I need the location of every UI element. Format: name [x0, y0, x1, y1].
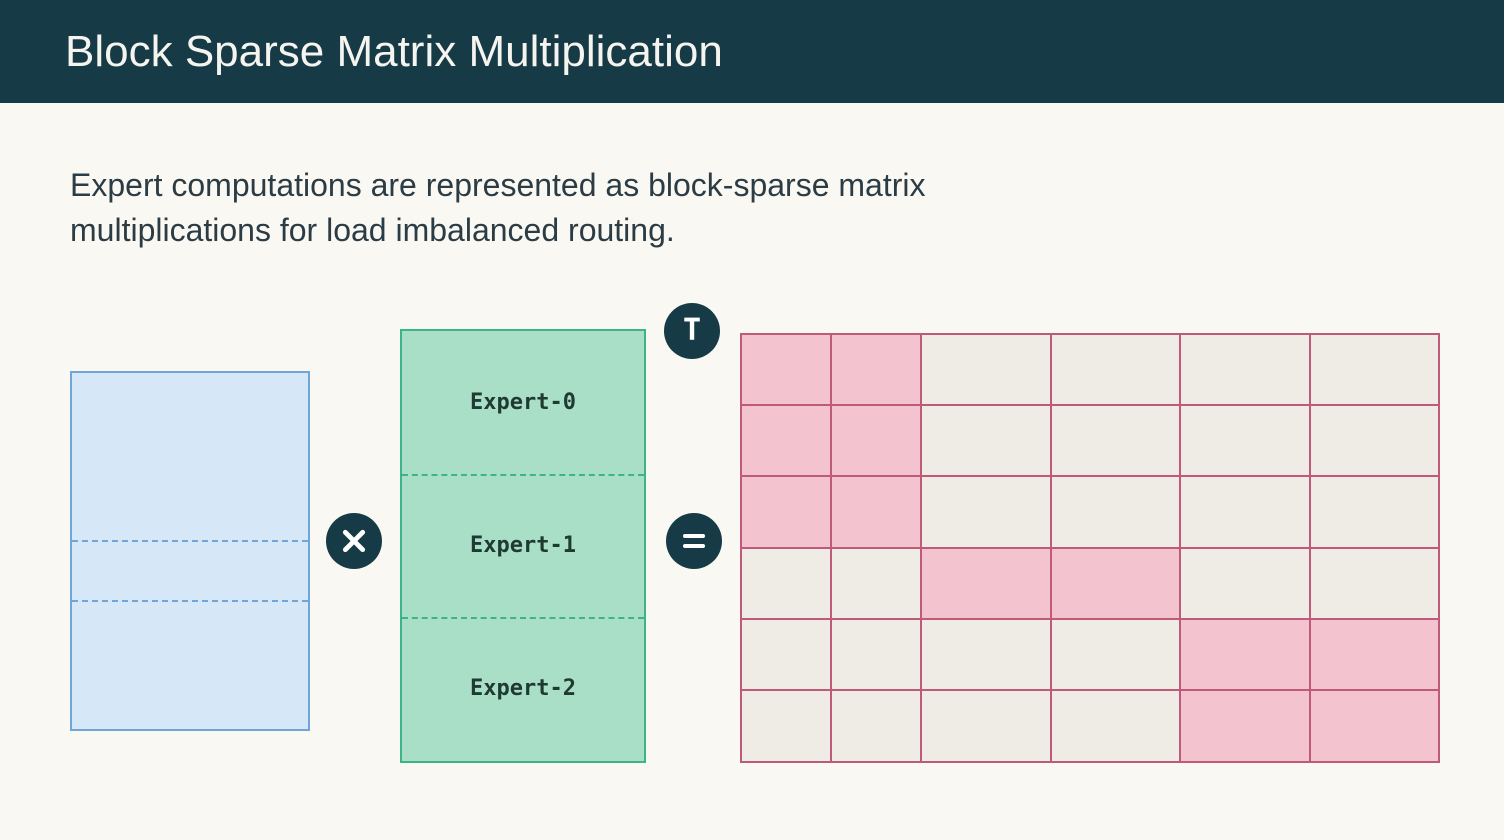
output-cell: [741, 690, 831, 761]
diagram-container: Expert-0Expert-1Expert-2 T: [0, 303, 1504, 763]
output-cell: [1051, 405, 1181, 476]
output-cell: [831, 405, 921, 476]
output-cell: [741, 476, 831, 547]
output-cell: [1310, 476, 1440, 547]
output-cell: [1180, 619, 1310, 690]
output-cell: [1180, 690, 1310, 761]
output-cell: [1051, 334, 1181, 405]
expert-row-label: Expert-1: [402, 474, 644, 617]
output-cell: [1310, 334, 1440, 405]
output-cell: [741, 619, 831, 690]
output-cell: [1180, 548, 1310, 619]
output-cell: [1051, 690, 1181, 761]
output-cell: [1051, 548, 1181, 619]
expert-matrix-divider: [402, 474, 644, 476]
input-matrix-divider: [72, 540, 308, 542]
output-cell: [1051, 619, 1181, 690]
output-cell: [831, 690, 921, 761]
output-cell: [921, 334, 1051, 405]
output-cell: [831, 476, 921, 547]
output-cell: [1310, 619, 1440, 690]
slide-title: Block Sparse Matrix Multiplication: [65, 27, 723, 77]
output-cell: [741, 405, 831, 476]
output-cell: [1180, 476, 1310, 547]
output-cell: [921, 476, 1051, 547]
output-cell: [741, 334, 831, 405]
output-cell: [921, 690, 1051, 761]
output-cell: [831, 548, 921, 619]
transpose-icon: T: [664, 303, 720, 359]
input-matrix-divider: [72, 600, 308, 602]
expert-row-label: Expert-2: [402, 617, 644, 761]
equals-icon: [666, 513, 722, 569]
output-cell: [1180, 334, 1310, 405]
slide-subtitle: Expert computations are represented as b…: [0, 103, 1200, 253]
output-cell: [1310, 690, 1440, 761]
output-cell: [921, 405, 1051, 476]
slide-header: Block Sparse Matrix Multiplication: [0, 0, 1504, 103]
output-cell: [831, 334, 921, 405]
multiply-icon: [326, 513, 382, 569]
output-cell: [831, 619, 921, 690]
output-cell: [921, 619, 1051, 690]
output-cell: [1310, 548, 1440, 619]
output-matrix-grid: [740, 333, 1440, 763]
output-cell: [921, 548, 1051, 619]
expert-row-label: Expert-0: [402, 331, 644, 474]
output-cell: [741, 548, 831, 619]
expert-matrix-divider: [402, 617, 644, 619]
expert-weights-matrix: Expert-0Expert-1Expert-2: [400, 329, 646, 763]
output-cell: [1051, 476, 1181, 547]
output-cell: [1180, 405, 1310, 476]
output-cell: [1310, 405, 1440, 476]
input-matrix: [70, 371, 310, 731]
